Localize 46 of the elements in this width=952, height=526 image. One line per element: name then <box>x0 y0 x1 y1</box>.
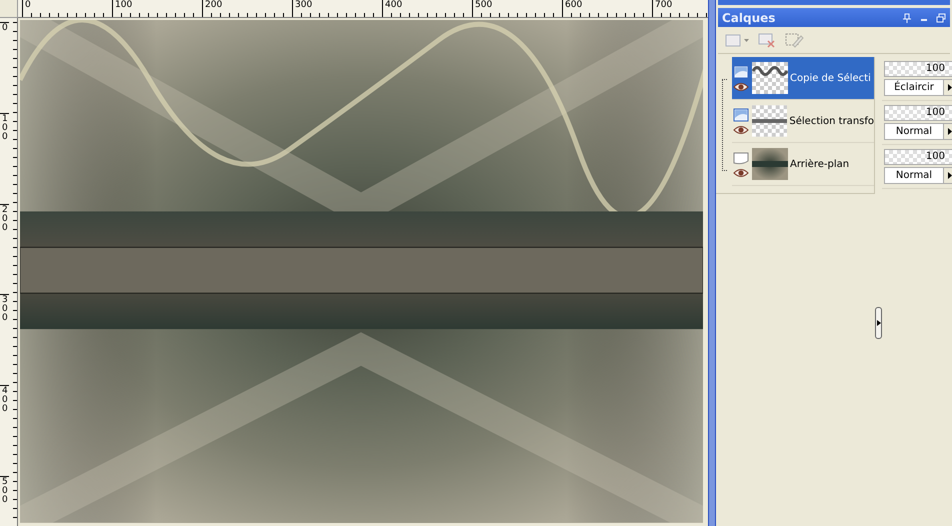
stripe-layer-thumbnail <box>752 105 788 137</box>
arrow-icon <box>876 320 880 326</box>
panel-title: Calques <box>722 10 776 24</box>
dropdown-arrow-icon <box>948 128 952 135</box>
delete-layer-icon[interactable] <box>758 32 776 48</box>
ruler-label: 0 <box>0 22 9 33</box>
layer-row[interactable]: Copie de Sélecti <box>732 57 874 100</box>
ruler-label: 0 <box>22 0 31 17</box>
ruler-label: 200 <box>202 0 222 17</box>
image-layer-thumbnail <box>752 148 788 180</box>
raster-layer-icon <box>732 108 749 122</box>
ruler-label: 300 <box>0 294 9 324</box>
background-layer-icon <box>733 150 749 164</box>
blend-mode-dropdown[interactable]: Normal <box>884 167 952 184</box>
ruler-label: 500 <box>472 0 492 17</box>
ruler-label: 700 <box>652 0 672 17</box>
ruler-label: 300 <box>292 0 312 17</box>
dropdown-arrow-icon <box>948 172 952 179</box>
dropdown-arrow-icon <box>948 84 952 91</box>
ruler-label: 500 <box>0 476 9 505</box>
restore-icon[interactable] <box>936 12 946 22</box>
ruler-label: 600 <box>562 0 582 17</box>
raster-layer-icon <box>733 64 749 78</box>
eye-icon[interactable] <box>733 82 749 92</box>
layer-name: Copie de Sélecti <box>790 72 871 84</box>
layer-row[interactable]: Arrière-plan <box>732 143 874 186</box>
wave-layer-thumbnail <box>752 62 788 94</box>
panel-collapse-handle[interactable] <box>875 307 882 339</box>
ruler-label: 400 <box>382 0 402 17</box>
pin-icon[interactable] <box>902 12 912 22</box>
panel-splitter[interactable] <box>708 0 716 526</box>
opacity-slider[interactable]: 100 <box>884 149 952 165</box>
ruler-label: 100 <box>0 112 9 142</box>
ruler-corner <box>0 0 18 18</box>
layer-row[interactable]: Sélection transfo <box>732 100 874 143</box>
ruler-label: 400 <box>0 385 9 414</box>
eye-icon[interactable] <box>733 168 749 178</box>
layer-name: Sélection transfo <box>789 116 874 126</box>
blend-mode-dropdown[interactable]: Éclaircir <box>884 79 952 96</box>
opacity-slider[interactable]: 100 <box>884 105 952 121</box>
opacity-slider[interactable]: 100 <box>884 61 952 77</box>
ruler-label: 100 <box>112 0 132 17</box>
ruler-label: 200 <box>0 204 9 233</box>
blend-mode-dropdown[interactable]: Normal <box>884 123 952 140</box>
eye-icon[interactable] <box>732 124 749 134</box>
layer-name: Arrière-plan <box>790 158 850 170</box>
